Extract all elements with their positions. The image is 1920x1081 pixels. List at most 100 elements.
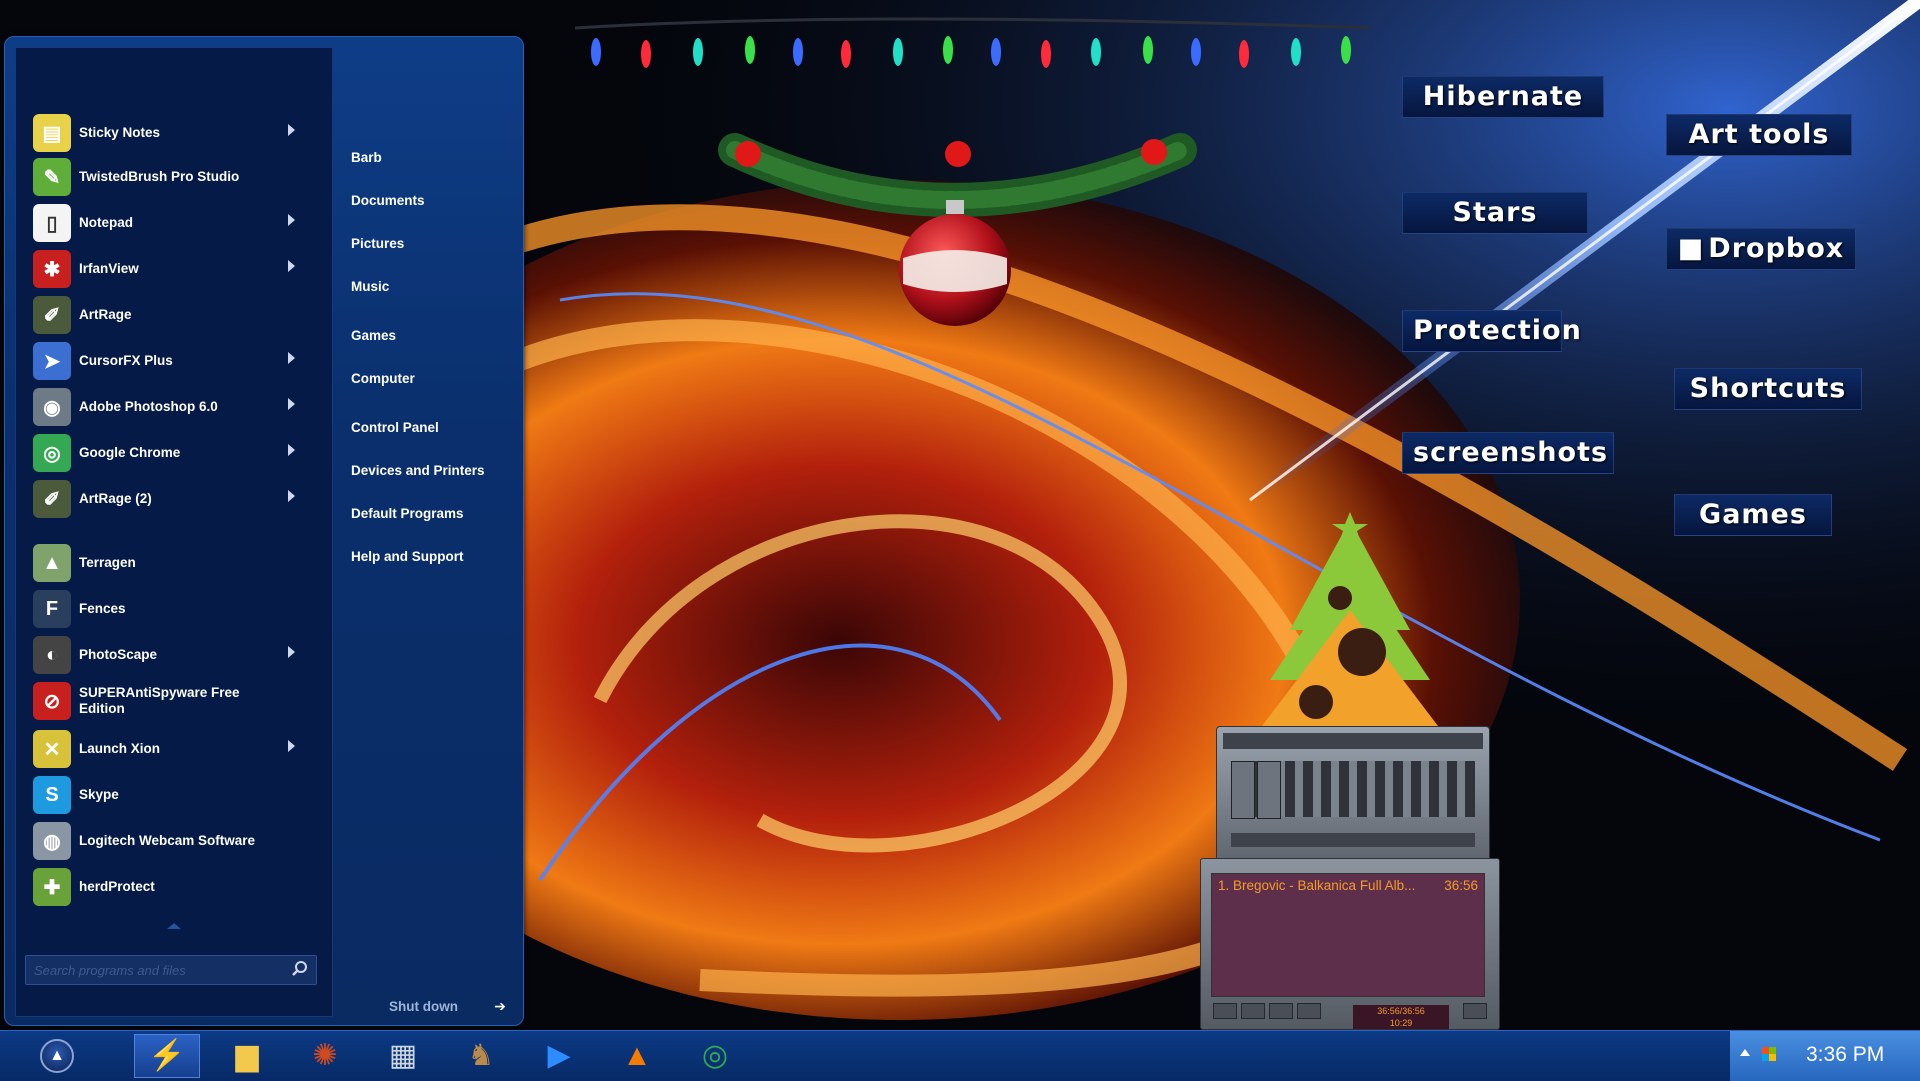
program-label: PhotoScape xyxy=(79,647,158,662)
program-item[interactable]: ▯ Notepad xyxy=(33,201,313,245)
skype-icon: S xyxy=(33,776,71,814)
taskbar-app-button[interactable]: ♞ xyxy=(448,1034,514,1078)
desktop-folder-dropbox[interactable]: ■ Dropbox xyxy=(1666,228,1856,270)
program-label: Sticky Notes xyxy=(79,125,161,140)
places-item-devices-and-printers[interactable]: Devices and Printers xyxy=(351,460,485,482)
submenu-arrow-icon[interactable] xyxy=(288,352,295,364)
taskbar-app-button[interactable]: ◎ xyxy=(682,1034,748,1078)
desktop-folder-screenshots[interactable]: screenshots xyxy=(1402,432,1614,474)
winamp-icon: ⚡ xyxy=(148,1039,186,1072)
playlist-list-button[interactable] xyxy=(1463,1003,1487,1019)
program-item[interactable]: ➤ CursorFX Plus xyxy=(33,339,313,383)
program-item[interactable]: ✐ ArtRage (2) xyxy=(33,477,313,521)
playlist-add-button[interactable] xyxy=(1213,1003,1237,1019)
sticky-notes-icon: ▤ xyxy=(33,114,71,152)
terragen-icon: ▲ xyxy=(33,544,71,582)
program-item[interactable]: ✐ ArtRage xyxy=(33,293,313,337)
program-item[interactable]: ✚ herdProtect xyxy=(33,865,313,909)
taskbar-app-button[interactable]: ▶ xyxy=(526,1034,592,1078)
program-item[interactable]: ◐ PhotoScape xyxy=(33,633,313,677)
submenu-arrow-icon[interactable] xyxy=(288,260,295,272)
clock[interactable]: 3:36 PM xyxy=(1806,1043,1884,1067)
taskbar-app-button[interactable]: ⚡ xyxy=(134,1034,200,1078)
scroll-up-arrow-icon[interactable] xyxy=(167,923,181,929)
start-menu: ▤ Sticky Notes ✎ TwistedBrush Pro Studio ▯ No… xyxy=(4,36,524,1026)
taskbar: ▲ ⚡ ▆ ✺ ▦ ♞ ▶ ▲ ◎ 3:36 PM xyxy=(0,1030,1920,1081)
superantispyware-icon: ⊘ xyxy=(33,682,71,720)
search-input[interactable] xyxy=(32,958,276,982)
taskbar-app-button[interactable]: ✺ xyxy=(292,1034,358,1078)
playlist-remove-button[interactable] xyxy=(1241,1003,1265,1019)
program-label: herdProtect xyxy=(79,879,155,894)
program-item[interactable]: ✎ TwistedBrush Pro Studio xyxy=(33,155,313,199)
chrome-icon: ◎ xyxy=(701,1039,729,1072)
places-item-control-panel[interactable]: Control Panel xyxy=(351,417,439,439)
irfanview-icon: ✱ xyxy=(33,250,71,288)
shutdown-options-icon[interactable]: ➔ xyxy=(489,995,511,1017)
show-hidden-icons-icon[interactable] xyxy=(1740,1049,1750,1056)
playlist-track[interactable]: 1. Bregovic - Balkanica Full Alb... xyxy=(1218,878,1415,893)
program-item[interactable]: ⊘ SUPERAntiSpyware Free Edition xyxy=(33,679,313,723)
program-label: Notepad xyxy=(79,215,133,230)
places-item-games[interactable]: Games xyxy=(351,325,396,347)
winamp-playlist[interactable]: 1. Bregovic - Balkanica Full Alb... 36:5… xyxy=(1200,858,1500,1030)
photoscape-icon: ◐ xyxy=(33,636,71,674)
places-item-documents[interactable]: Documents xyxy=(351,190,425,212)
winamp-equalizer[interactable] xyxy=(1216,726,1490,862)
desktop-folder-shortcuts[interactable]: Shortcuts xyxy=(1674,368,1862,410)
action-center-flag-icon[interactable] xyxy=(1760,1045,1778,1063)
taskbar-app-button[interactable]: ▦ xyxy=(370,1034,436,1078)
desktop-folder-stars[interactable]: Stars xyxy=(1402,192,1588,234)
start-button[interactable]: ▲ xyxy=(40,1039,74,1073)
program-item[interactable]: ◍ Logitech Webcam Software xyxy=(33,819,313,863)
submenu-arrow-icon[interactable] xyxy=(288,646,295,658)
program-item[interactable]: ▲ Terragen xyxy=(33,541,313,585)
playlist-footer-time: 36:56/36:56 10:29 xyxy=(1353,1005,1449,1029)
calculator-icon: ▦ xyxy=(388,1039,418,1072)
program-item[interactable]: ✱ IrfanView xyxy=(33,247,313,291)
vlc-icon: ▲ xyxy=(622,1039,652,1072)
program-label: Adobe Photoshop 6.0 xyxy=(79,399,218,414)
desktop-folder-hibernate[interactable]: Hibernate xyxy=(1402,76,1604,118)
submenu-arrow-icon[interactable] xyxy=(288,214,295,226)
submenu-arrow-icon[interactable] xyxy=(288,740,295,752)
desktop-folder-protection[interactable]: Protection xyxy=(1402,310,1581,352)
submenu-arrow-icon[interactable] xyxy=(288,444,295,456)
search-icon[interactable] xyxy=(290,959,310,979)
places-item-music[interactable]: Music xyxy=(351,276,389,298)
places-item-computer[interactable]: Computer xyxy=(351,368,415,390)
chrome-icon: ◎ xyxy=(33,434,71,472)
taskbar-app-button[interactable]: ▲ xyxy=(604,1034,670,1078)
program-item[interactable]: ▤ Sticky Notes xyxy=(33,111,313,155)
search-box[interactable] xyxy=(25,955,317,985)
twistedbrush-icon: ✎ xyxy=(33,158,71,196)
playlist-misc-button[interactable] xyxy=(1297,1003,1321,1019)
shutdown-button[interactable]: Shut down xyxy=(389,999,458,1014)
program-item[interactable]: ✕ Launch Xion xyxy=(33,727,313,771)
dropbox-folder-icon: ■ xyxy=(1677,233,1705,264)
places-item-help-and-support[interactable]: Help and Support xyxy=(351,546,464,568)
taskbar-app-button[interactable]: ▆ xyxy=(214,1034,280,1078)
places-item-barb[interactable]: Barb xyxy=(351,147,382,169)
desktop-folder-games[interactable]: Games xyxy=(1674,494,1832,536)
program-item[interactable]: ◉ Adobe Photoshop 6.0 xyxy=(33,385,313,429)
program-label: ArtRage xyxy=(79,307,132,322)
program-item[interactable]: ◎ Google Chrome xyxy=(33,431,313,475)
submenu-arrow-icon[interactable] xyxy=(288,490,295,502)
playlist-select-button[interactable] xyxy=(1269,1003,1293,1019)
character-app-icon: ♞ xyxy=(467,1039,495,1072)
places-item-pictures[interactable]: Pictures xyxy=(351,233,404,255)
desktop-folder-art-tools[interactable]: Art tools xyxy=(1666,114,1852,156)
playlist-track-duration: 36:56 xyxy=(1444,878,1478,893)
program-item[interactable]: S Skype xyxy=(33,773,313,817)
submenu-arrow-icon[interactable] xyxy=(288,124,295,136)
playlist-list[interactable]: 1. Bregovic - Balkanica Full Alb... 36:5… xyxy=(1211,873,1485,997)
herdprotect-icon: ✚ xyxy=(33,868,71,906)
program-label: ArtRage (2) xyxy=(79,491,152,506)
program-label: Logitech Webcam Software xyxy=(79,833,256,848)
fences-icon: F xyxy=(33,590,71,628)
submenu-arrow-icon[interactable] xyxy=(288,398,295,410)
program-item[interactable]: F Fences xyxy=(33,587,313,631)
places-item-default-programs[interactable]: Default Programs xyxy=(351,503,464,525)
program-label: Google Chrome xyxy=(79,445,181,460)
